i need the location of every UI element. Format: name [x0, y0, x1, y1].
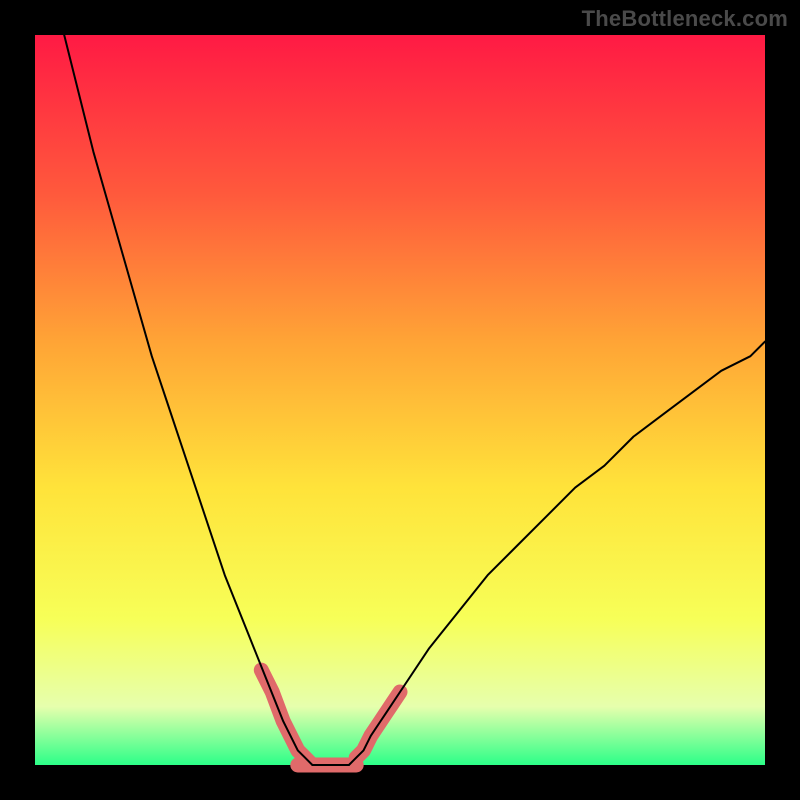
- watermark-label: TheBottleneck.com: [582, 6, 788, 32]
- gradient-background: [35, 35, 765, 765]
- chart-frame: TheBottleneck.com: [0, 0, 800, 800]
- plot-area: [35, 35, 765, 765]
- chart-svg: [35, 35, 765, 765]
